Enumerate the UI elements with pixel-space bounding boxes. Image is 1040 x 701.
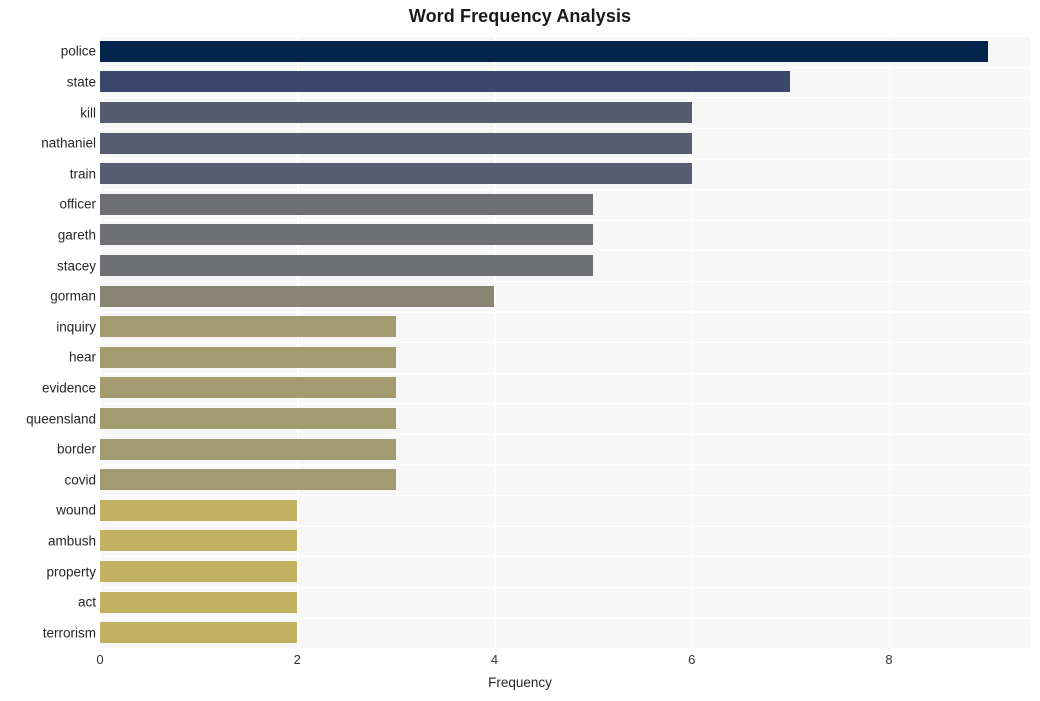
bar[interactable] xyxy=(100,561,298,582)
bar-fill xyxy=(100,346,396,368)
y-gridline xyxy=(100,189,1030,191)
y-gridline xyxy=(100,433,1030,436)
y-gridline xyxy=(100,158,1030,160)
y-axis-tick-label: ambush xyxy=(47,533,96,549)
bar-fill xyxy=(100,499,298,521)
bar[interactable] xyxy=(100,102,692,123)
bar[interactable] xyxy=(100,377,396,399)
x-axis-tick-label: 0 xyxy=(96,652,104,667)
bar-fill xyxy=(100,561,298,582)
bar[interactable] xyxy=(100,469,396,491)
bar-fill xyxy=(100,530,298,552)
bar[interactable] xyxy=(100,499,298,521)
bar-fill xyxy=(100,285,495,307)
y-axis-tick-label: evidence xyxy=(41,380,96,396)
y-gridline xyxy=(100,495,1030,497)
y-gridline xyxy=(100,464,1030,466)
y-gridline xyxy=(100,250,1030,252)
bar-fill xyxy=(100,193,594,215)
bar[interactable] xyxy=(100,408,396,429)
bar[interactable] xyxy=(100,40,988,62)
y-gridline xyxy=(100,556,1030,558)
bar[interactable] xyxy=(100,530,298,552)
y-axis-tick-label: act xyxy=(77,594,96,610)
y-gridline xyxy=(100,66,1030,68)
chart-title: Word Frequency Analysis xyxy=(408,6,632,26)
y-axis-tick-label: officer xyxy=(59,196,96,212)
y-axis-tick-label: gorman xyxy=(50,288,96,304)
y-gridline xyxy=(100,525,1030,527)
bar-fill xyxy=(100,316,396,338)
y-axis-tick-label: inquiry xyxy=(56,319,96,335)
plot-area xyxy=(100,36,1030,650)
bar[interactable] xyxy=(100,255,594,276)
y-axis-tick-label: kill xyxy=(80,105,96,120)
y-axis-tick-label: border xyxy=(56,441,96,457)
y-gridline xyxy=(100,403,1030,405)
bar[interactable] xyxy=(100,346,396,368)
y-axis-tick-label: stacey xyxy=(56,258,96,273)
y-axis-tick-label: gareth xyxy=(57,227,96,243)
y-gridline xyxy=(100,648,1030,650)
bar-fill xyxy=(100,255,594,276)
bar-fill xyxy=(100,102,692,123)
bar-fill xyxy=(100,377,396,399)
bar-fill xyxy=(100,132,692,154)
x-axis-tick-label: 8 xyxy=(885,652,893,667)
x-axis-tick-label: 2 xyxy=(293,652,301,667)
y-axis-tick-label: hear xyxy=(68,349,96,365)
bar-fill xyxy=(100,408,396,429)
bar-fill xyxy=(100,622,298,644)
y-gridline xyxy=(100,219,1030,221)
bar-fill xyxy=(100,71,791,93)
x-axis-title: Frequency xyxy=(488,675,552,690)
y-gridline xyxy=(100,617,1030,619)
y-axis-tick-label: wound xyxy=(56,502,96,518)
bar[interactable] xyxy=(100,591,298,613)
y-axis-tick-label: police xyxy=(60,43,96,59)
bar[interactable] xyxy=(100,132,692,154)
y-axis-tick-label: train xyxy=(69,166,96,182)
bar[interactable] xyxy=(100,438,396,460)
bar[interactable] xyxy=(100,622,298,644)
y-gridline xyxy=(100,280,1030,283)
y-gridline xyxy=(100,586,1030,589)
y-axis-tick-label: state xyxy=(66,74,96,90)
bar[interactable] xyxy=(100,163,692,185)
y-gridline xyxy=(100,127,1030,130)
word-frequency-chart: Word Frequency Analysis police state kill n… xyxy=(0,0,1040,701)
y-axis-tick-label: terrorism xyxy=(42,625,96,641)
bar[interactable] xyxy=(100,224,594,246)
bar-fill xyxy=(100,224,594,246)
bar[interactable] xyxy=(100,316,396,338)
bar-fill xyxy=(100,438,396,460)
bar-fill xyxy=(100,469,396,491)
bar[interactable] xyxy=(100,285,495,307)
bar-fill xyxy=(100,40,988,62)
y-axis-tick-label: covid xyxy=(64,472,96,488)
bar-fill xyxy=(100,591,298,613)
y-axis-tick-label: nathaniel xyxy=(41,135,96,151)
y-gridline xyxy=(100,311,1030,313)
bar[interactable] xyxy=(100,193,594,215)
y-gridline xyxy=(100,372,1030,374)
bar-fill xyxy=(100,163,692,185)
y-gridline xyxy=(100,36,1030,38)
bar[interactable] xyxy=(100,71,791,93)
y-axis-tick-label: queensland xyxy=(26,411,96,426)
x-axis-tick-label: 6 xyxy=(688,652,696,667)
y-axis-tick-label: property xyxy=(46,564,96,579)
y-gridline xyxy=(100,342,1030,344)
x-axis-tick-label: 4 xyxy=(490,652,499,667)
y-gridline xyxy=(100,97,1030,99)
